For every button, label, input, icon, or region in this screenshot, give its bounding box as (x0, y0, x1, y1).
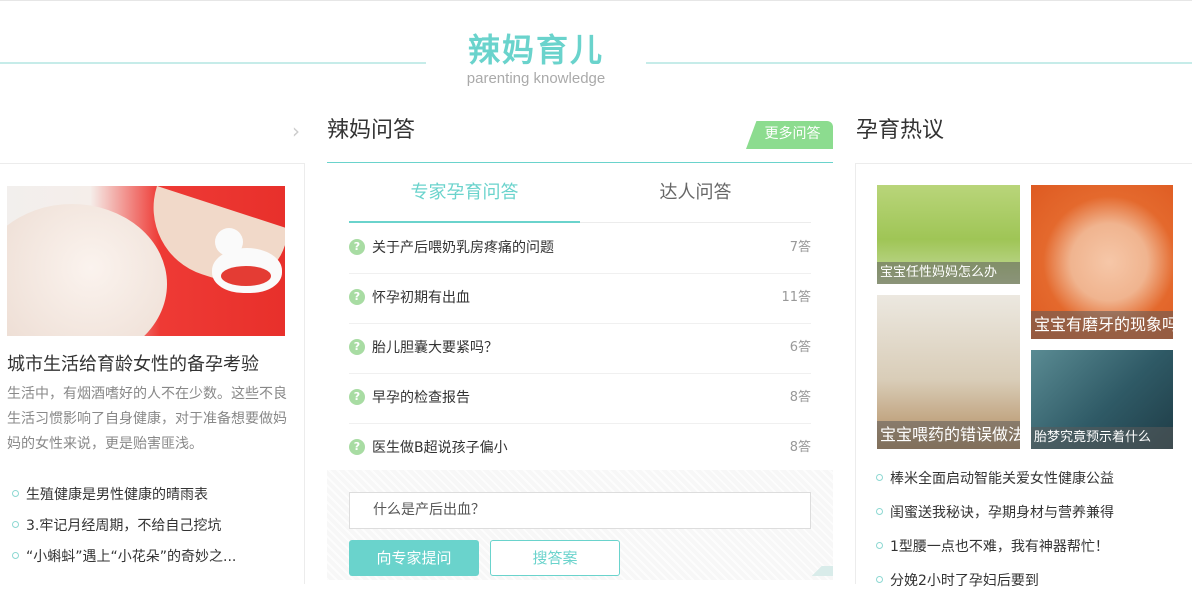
list-item[interactable]: 生殖健康是男性健康的晴雨表 (12, 480, 297, 511)
banner-line-right (646, 62, 1192, 64)
photo-caption: 宝宝有磨牙的现象吗 (1031, 311, 1173, 339)
more-qa-button[interactable]: 更多问答 (746, 121, 833, 149)
tab-active-indicator (349, 221, 580, 223)
bullet-icon (12, 489, 19, 497)
qa-header-rule (327, 162, 833, 163)
question-mark-icon: ? (349, 239, 365, 255)
section-banner-subtitle: parenting knowledge (466, 70, 606, 87)
question-text[interactable]: 怀孕初期有出血 (372, 290, 470, 306)
ask-question-input[interactable]: 什么是产后出血？ (349, 492, 811, 529)
banner-line-left (0, 62, 426, 64)
belly-shape (7, 204, 167, 336)
question-mark-icon: ? (349, 289, 365, 305)
question-text[interactable]: 关于产后喂奶乳房疼痛的问题 (372, 240, 554, 256)
photo-caption: 宝宝喂药的错误做法 (877, 421, 1020, 449)
photo-tile-3[interactable]: 宝宝喂药的错误做法 (877, 295, 1020, 449)
answer-count: 11答 (781, 290, 811, 305)
question-text[interactable]: 早孕的检查报告 (372, 390, 470, 406)
photo-tile-1[interactable]: 宝宝任性妈妈怎么办 (877, 185, 1020, 284)
qa-row[interactable]: ? 胎儿胆囊大要紧吗？ 6答 (349, 324, 811, 374)
qa-row[interactable]: ? 关于产后喂奶乳房疼痛的问题 7答 (349, 224, 811, 274)
bullet-icon (12, 520, 19, 528)
list-item[interactable]: 棒米全面启动智能关爱女性健康公益 (876, 462, 1176, 496)
question-mark-icon: ? (349, 439, 365, 455)
tab-expert-qa[interactable]: 专家孕育问答 (349, 178, 580, 208)
left-article-list: 生殖健康是男性健康的晴雨表 3.牢记月经周期，不给自己挖坑 “小蝌蚪”遇上“小花… (12, 480, 297, 573)
photo-caption: 宝宝任性妈妈怎么办 (877, 262, 1020, 284)
question-text[interactable]: 胎儿胆囊大要紧吗？ (372, 340, 498, 356)
bullet-icon (12, 551, 19, 559)
toy-duck-head (215, 228, 243, 256)
list-item[interactable]: 闺蜜送我秘诀，孕期身材与营养兼得 (876, 496, 1176, 530)
bullet-icon (876, 541, 883, 549)
qa-section-title: 辣妈问答 (327, 118, 416, 143)
list-item[interactable]: “小蝌蚪”遇上“小花朵”的奇妙之... (12, 542, 297, 573)
answer-count: 8答 (789, 390, 811, 405)
question-text[interactable]: 医生做B超说孩子偏小 (372, 440, 508, 456)
qa-list: ? 关于产后喂奶乳房疼痛的问题 7答 ? 怀孕初期有出血 11答 ? 胎儿胆囊大要紧吗… (349, 224, 811, 473)
qa-row[interactable]: ? 早孕的检查报告 8答 (349, 374, 811, 424)
top-border (0, 0, 1192, 1)
list-item[interactable]: 3.牢记月经周期，不给自己挖坑 (12, 511, 297, 542)
hot-topics-list: 棒米全面启动智能关爱女性健康公益 闺蜜送我秘诀，孕期身材与营养兼得 1型腰一点也… (876, 462, 1176, 598)
section-banner-title: 辣妈育儿 (467, 31, 604, 69)
question-mark-icon: ? (349, 339, 365, 355)
hot-topics-title: 孕育热议 (856, 118, 945, 143)
chevron-right-icon[interactable]: › (292, 121, 304, 141)
answer-count: 7答 (789, 240, 811, 255)
bullet-icon (876, 473, 883, 481)
qa-row[interactable]: ? 怀孕初期有出血 11答 (349, 274, 811, 324)
ask-expert-button[interactable]: 向专家提问 (349, 540, 479, 576)
panel-corner-fold (800, 566, 833, 576)
bullet-icon (876, 507, 883, 515)
photo-caption: 胎梦究竟预示着什么 (1031, 427, 1173, 449)
bullet-icon (876, 575, 883, 583)
photo-tile-2[interactable]: 宝宝有磨牙的现象吗 (1031, 185, 1173, 339)
search-answer-button[interactable]: 搜答案 (490, 540, 620, 576)
photo-tile-4[interactable]: 胎梦究竟预示着什么 (1031, 350, 1173, 449)
question-mark-icon: ? (349, 389, 365, 405)
article-description: 生活中，有烟酒嗜好的人不在少数。这些不良生活习惯影响了自身健康，对于准备想要做妈… (7, 386, 287, 452)
article-title[interactable]: 城市生活给育龄女性的备孕考验 (7, 352, 297, 378)
list-item[interactable]: 1型腰一点也不难，我有神器帮忙！ (876, 530, 1176, 564)
answer-count: 6答 (789, 340, 811, 355)
answer-count: 8答 (789, 440, 811, 455)
list-item[interactable]: 分娩2小时了孕妇后要到 (876, 564, 1176, 598)
article-image[interactable] (7, 186, 285, 336)
tab-expert-user-qa[interactable]: 达人问答 (580, 178, 811, 208)
qa-row[interactable]: ? 医生做B超说孩子偏小 8答 (349, 424, 811, 473)
toy-duck-stripe (221, 266, 271, 286)
